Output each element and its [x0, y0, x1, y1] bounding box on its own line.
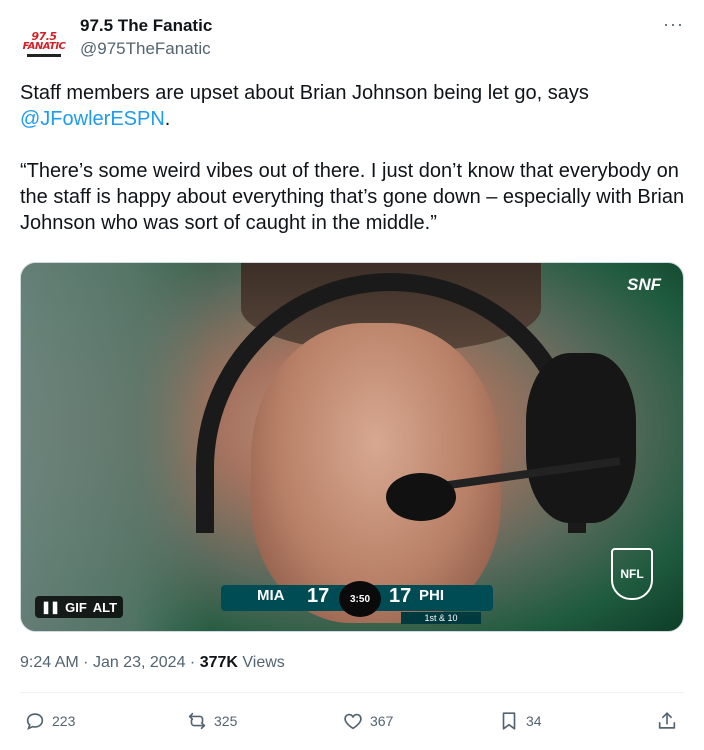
reply-button[interactable]: 223	[24, 710, 75, 732]
bookmark-button[interactable]: 34	[498, 710, 542, 732]
share-button[interactable]	[656, 710, 678, 732]
background-blur	[21, 263, 211, 631]
away-score: 17	[307, 585, 330, 607]
nfl-logo: NFL	[611, 548, 653, 600]
snf-logo: SNF	[627, 275, 661, 294]
tweet-date[interactable]: Jan 23, 2024	[93, 654, 186, 671]
divider	[20, 692, 684, 693]
reply-count: 223	[52, 713, 76, 729]
repost-icon	[188, 712, 206, 730]
meta-separator: ·	[189, 654, 196, 671]
tweet-text-suffix: .	[164, 108, 171, 130]
tweet-text: Staff members are upset about Brian John…	[20, 80, 690, 236]
more-options-icon[interactable]: ···	[663, 14, 684, 35]
scorebug: MIA 17 3:50 17 PHI 1st & 10	[221, 581, 493, 625]
game-clock: 3:50	[339, 581, 381, 617]
gif-media[interactable]: SNF NFL MIA 17 3:50 17 PHI 1st & 10 ❚❚ G…	[20, 262, 684, 632]
avatar-logo-bar	[27, 53, 61, 57]
bookmark-count: 34	[526, 713, 542, 729]
away-team: MIA	[257, 587, 285, 604]
like-count: 367	[370, 713, 394, 729]
headset-earcup	[526, 353, 636, 523]
action-bar: 223 325 367 34	[0, 700, 704, 744]
home-team: PHI	[419, 587, 445, 604]
gif-label: GIF	[65, 599, 87, 615]
mention-link[interactable]: @JFowlerESPN	[20, 108, 165, 130]
gif-badge[interactable]: ❚❚ GIF ALT	[35, 596, 124, 618]
meta-separator: ·	[83, 654, 89, 671]
heart-icon	[344, 713, 362, 730]
alt-label[interactable]: ALT	[93, 600, 117, 615]
pause-icon[interactable]: ❚❚	[41, 600, 60, 614]
tweet-meta: 9:24 AM · Jan 23, 2024 · 377K Views	[20, 653, 285, 673]
repost-button[interactable]: 325	[186, 710, 237, 732]
author-name[interactable]: 97.5 The Fanatic	[80, 15, 212, 37]
tweet: 97.5 FANATIC 97.5 The Fanatic @975TheFan…	[0, 0, 704, 750]
avatar-logo-line1: 97.5	[31, 29, 57, 43]
down-distance: 1st & 10	[401, 612, 481, 624]
tweet-quote: “There’s some weird vibes out of there. …	[20, 160, 685, 234]
tweet-time[interactable]: 9:24 AM	[20, 654, 79, 671]
author-handle[interactable]: @975TheFanatic	[80, 38, 211, 60]
views-label: Views	[242, 654, 285, 671]
share-icon	[658, 712, 676, 729]
headset-mic	[386, 473, 456, 521]
repost-count: 325	[214, 713, 238, 729]
views-count: 377K	[199, 654, 238, 671]
tweet-text-line1: Staff members are upset about Brian John…	[20, 80, 690, 132]
like-button[interactable]: 367	[342, 710, 393, 732]
tweet-text-prefix: Staff members are upset about Brian John…	[20, 82, 589, 104]
avatar-logo-line2: FANATIC	[22, 40, 66, 52]
avatar[interactable]: 97.5 FANATIC	[20, 20, 68, 68]
bookmark-icon	[502, 712, 516, 730]
reply-icon	[26, 713, 44, 730]
home-score: 17	[389, 585, 412, 607]
